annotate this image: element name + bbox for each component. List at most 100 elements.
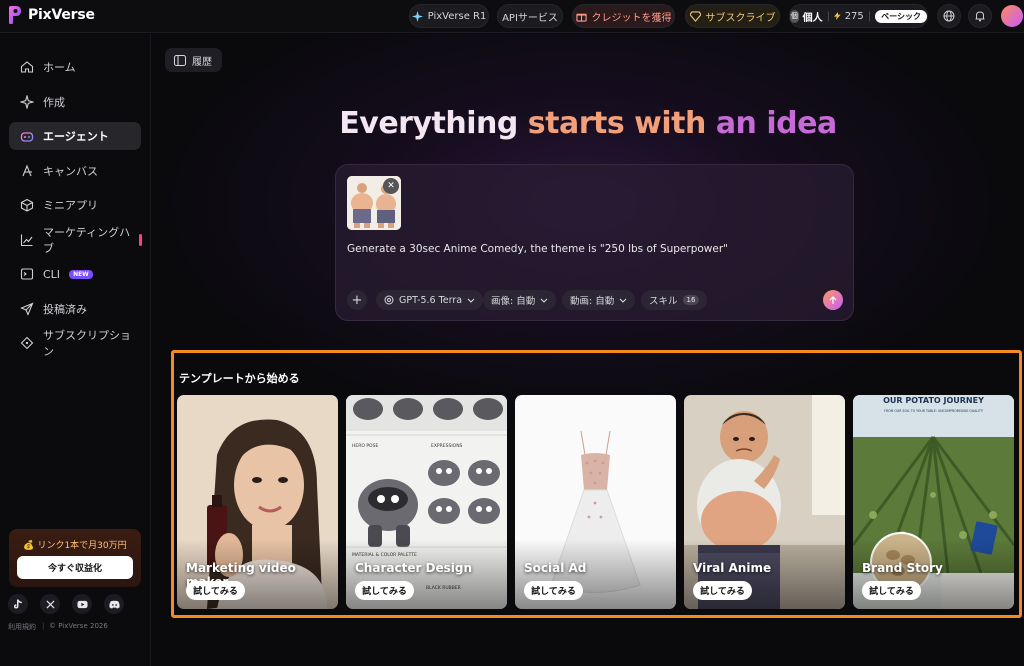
template-card-social-ad[interactable]: Social Ad 試してみる xyxy=(515,395,676,609)
divider: | xyxy=(826,10,831,22)
earn-credits-button[interactable]: クレジットを獲得 xyxy=(572,4,675,28)
chevron-down-icon xyxy=(619,298,627,303)
notifications-button[interactable] xyxy=(968,4,992,28)
sidebar-toggle-icon xyxy=(174,54,186,66)
cube-icon xyxy=(20,198,34,212)
sidebar-item-label: キャンバス xyxy=(43,165,98,178)
template-card-marketing[interactable]: Marketing video maker 試してみる xyxy=(177,395,338,609)
promo-title: 💰 リンク1本で月30万円 xyxy=(23,541,127,551)
earn-credits-label: クレジットを獲得 xyxy=(591,12,672,24)
divider: | xyxy=(867,10,872,22)
history-label: 履歴 xyxy=(192,56,212,68)
sidebar-item-label: ミニアプリ xyxy=(43,199,98,212)
headline-part-2: starts with xyxy=(527,106,716,141)
plus-icon: + xyxy=(351,292,363,308)
sidebar-item-home[interactable]: ホーム xyxy=(9,53,141,81)
sidebar-item-canvas[interactable]: キャンバス xyxy=(9,157,141,185)
sidebar-item-label: 作成 xyxy=(43,96,65,109)
card-label: Character Design xyxy=(355,561,473,575)
tiktok-icon xyxy=(14,599,22,609)
robot-icon xyxy=(20,130,34,142)
sidebar: ホーム 作成 エージェント キャンバス ミニアプリ マーケティングハブ CLI … xyxy=(0,34,151,666)
skills-button[interactable]: スキル 16 xyxy=(641,290,708,310)
openai-icon xyxy=(384,295,394,305)
gift-icon xyxy=(575,13,587,22)
try-button[interactable]: 試してみる xyxy=(862,581,921,600)
image-option-select[interactable]: 画像: 自動 xyxy=(483,290,557,310)
hero-pose-label: HERO POSE xyxy=(352,443,378,449)
sparkle-icon xyxy=(20,95,34,109)
subscribe-label: サブスクライブ xyxy=(705,12,776,24)
sidebar-item-label: マーケティングハブ xyxy=(43,226,131,255)
api-service-button[interactable]: APIサービス xyxy=(497,4,563,28)
canvas-icon xyxy=(22,164,32,177)
credit-count: 275 xyxy=(844,10,864,22)
model-select[interactable]: GPT-5.6 Terra xyxy=(376,290,484,310)
terms-link[interactable]: 利用規約 xyxy=(8,622,36,632)
card-label: Viral Anime xyxy=(693,561,772,575)
account-avatar: 個 xyxy=(790,9,799,23)
user-avatar[interactable] xyxy=(1001,5,1023,27)
sparkle-icon xyxy=(411,10,423,22)
template-card-character-design[interactable]: HERO POSE EXPRESSIONS MATERIAL & COLOR P… xyxy=(346,395,507,609)
model-pill-button[interactable]: PixVerse R1 xyxy=(409,4,489,28)
add-attachment-button[interactable]: + xyxy=(347,290,367,310)
card-label: Brand Story xyxy=(862,561,943,575)
x-icon xyxy=(45,599,55,609)
language-button[interactable] xyxy=(937,4,961,28)
home-icon xyxy=(20,61,34,73)
marketing-hub-indicator xyxy=(139,234,142,246)
pixverse-logo-icon xyxy=(9,6,21,24)
headline-part-3: an idea xyxy=(715,106,837,141)
template-card-brand-story[interactable]: OUR POTATO JOURNEY FROM OUR SOIL TO YOUR… xyxy=(853,395,1014,609)
top-bar: PixVerse PixVerse R1 APIサービス クレジットを獲得 サブ… xyxy=(0,0,1024,33)
account-credits-pill[interactable]: 個 個人 | 275 | ベーシック xyxy=(789,4,928,28)
tiktok-link[interactable] xyxy=(8,594,28,614)
youtube-icon xyxy=(76,600,88,608)
remove-image-button[interactable]: ✕ xyxy=(383,178,399,194)
send-button[interactable] xyxy=(823,290,843,310)
x-link[interactable] xyxy=(40,594,60,614)
sidebar-item-create[interactable]: 作成 xyxy=(9,88,141,116)
arrow-up-icon xyxy=(829,295,837,304)
sidebar-item-marketing-hub[interactable]: マーケティングハブ xyxy=(9,226,142,255)
plan-badge: ベーシック xyxy=(875,9,927,23)
try-button[interactable]: 試してみる xyxy=(355,581,414,600)
sidebar-item-label: サブスクリプション xyxy=(43,329,131,358)
try-button[interactable]: 試してみる xyxy=(524,581,583,600)
image-option-label: 画像: 自動 xyxy=(491,296,536,307)
new-badge: NEW xyxy=(69,269,93,279)
try-button[interactable]: 試してみる xyxy=(693,581,752,600)
account-type: 個人 xyxy=(802,12,823,24)
sidebar-item-label: ホーム xyxy=(43,61,76,74)
subscribe-button[interactable]: サブスクライブ xyxy=(685,4,780,28)
monetize-promo: 💰 リンク1本で月30万円 今すぐ収益化 xyxy=(9,529,141,587)
template-card-viral-anime[interactable]: Viral Anime 試してみる xyxy=(684,395,845,609)
sidebar-item-mini-apps[interactable]: ミニアプリ xyxy=(9,191,141,219)
history-button[interactable]: 履歴 xyxy=(165,48,222,72)
diamond-icon xyxy=(689,10,701,22)
prompt-input[interactable]: Generate a 30sec Anime Comedy, the theme… xyxy=(347,243,728,255)
sidebar-item-agent[interactable]: エージェント xyxy=(9,122,141,150)
monetize-now-button[interactable]: 今すぐ収益化 xyxy=(17,556,133,579)
app-name: PixVerse xyxy=(28,7,95,23)
prompt-composer: ✕ Generate a 30sec Anime Comedy, the the… xyxy=(335,164,854,321)
video-option-select[interactable]: 動画: 自動 xyxy=(562,290,636,310)
discord-link[interactable] xyxy=(104,594,124,614)
youtube-link[interactable] xyxy=(72,594,92,614)
sidebar-item-label: 投稿済み xyxy=(43,303,87,316)
app-logo[interactable]: PixVerse xyxy=(8,6,95,24)
discord-icon xyxy=(108,600,120,609)
sidebar-item-cli[interactable]: CLI NEW xyxy=(9,260,141,288)
sidebar-item-subscription[interactable]: サブスクリプション xyxy=(9,329,141,358)
sidebar-item-posted[interactable]: 投稿済み xyxy=(9,295,141,323)
chevron-down-icon xyxy=(540,298,548,303)
copyright: © PixVerse 2026 xyxy=(49,622,108,630)
try-button[interactable]: 試してみる xyxy=(186,581,245,600)
sidebar-item-label: CLI xyxy=(43,267,61,281)
skills-label: スキル xyxy=(649,296,678,307)
templates-section: テンプレートから始める Marketing video maker 試してみる xyxy=(171,350,1022,618)
close-icon: ✕ xyxy=(387,181,395,191)
globe-icon xyxy=(943,10,955,22)
api-service-label: APIサービス xyxy=(502,12,558,24)
